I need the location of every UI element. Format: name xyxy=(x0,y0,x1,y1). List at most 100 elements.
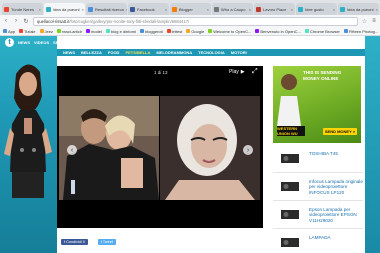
address-bar: ‹ › ↻ quellacol-rissatt.it/foto/cuglieri… xyxy=(0,15,380,27)
bookmark-item[interactable]: Fifteen Photog... xyxy=(343,28,379,34)
bookmark-item[interactable]: Google xyxy=(186,29,204,34)
category-tab[interactable]: BELLEZZA xyxy=(81,50,102,55)
product-list: TOSHIBA T45 Infocus Lampada originale per… xyxy=(273,145,363,253)
play-button[interactable]: Play ▶ xyxy=(229,69,245,75)
product-item[interactable]: TOSHIBA T45 xyxy=(273,145,363,173)
site-nav-item[interactable]: VIDEOS xyxy=(34,40,49,46)
web-page: t NEWS VIDEOS SPORT LIFESTYLE BLOG NEWS BELLE… xyxy=(0,36,380,253)
product-item[interactable]: Epson Lampada per videoproiettore EPSON … xyxy=(273,201,363,229)
close-tab-icon[interactable]: × xyxy=(207,7,209,12)
site-nav-item[interactable]: BLOG xyxy=(96,40,108,46)
ad-headline: THIS IS SENDING MONEY ONLINE xyxy=(303,70,342,81)
category-tab[interactable]: FOOD xyxy=(108,50,120,55)
bookmark-star-icon[interactable]: ☆ xyxy=(362,18,367,25)
twitter-share-button[interactable]: t Tweet xyxy=(97,239,117,245)
category-tab[interactable]: PETS/BELLA xyxy=(125,50,150,55)
browser-tab[interactable]: Idea da pueoni × xyxy=(44,3,85,15)
bookmark-label: App xyxy=(8,28,16,34)
site-nav-item[interactable]: LIFESTYLE xyxy=(71,40,93,46)
browser-tab-bar: Tunde Neres × Idea da pueoni × Resultati ric… xyxy=(0,0,380,15)
bookmark-icon xyxy=(140,29,145,33)
tab-label: Idea da pueoni xyxy=(53,6,80,12)
twitter-share-label: Tweet xyxy=(102,240,114,244)
tab-favicon-icon xyxy=(4,6,9,12)
browser-tab[interactable]: Blogger × xyxy=(170,3,211,15)
browser-tab[interactable]: Tunde Neres × xyxy=(2,3,43,15)
browser-tab[interactable]: Who a Caupo × xyxy=(212,3,253,15)
bookmark-label: Tiziale xyxy=(24,28,36,34)
bookmark-label: react-articlr xyxy=(62,28,83,34)
background-model-image xyxy=(4,64,52,198)
bookmark-label: Jeez xyxy=(44,28,53,34)
category-tab[interactable]: MOTORI xyxy=(231,50,247,55)
product-name-link[interactable]: TOSHIBA T45 xyxy=(309,151,363,156)
bookmark-item[interactable]: App xyxy=(3,29,15,34)
bookmark-item[interactable]: Chrome Browser xyxy=(304,28,340,34)
gallery-photo xyxy=(59,96,260,200)
western-union-ad[interactable]: THIS IS SENDING MONEY ONLINE WESTERN UNI… xyxy=(273,66,361,143)
close-tab-icon[interactable]: × xyxy=(81,7,83,12)
bookmark-item[interactable]: Jeez xyxy=(39,28,53,34)
site-logo[interactable]: t xyxy=(5,38,14,47)
bookmark-icon xyxy=(39,29,44,33)
bookmark-item[interactable]: bloggeroti xyxy=(140,29,163,34)
bookmarks-bar: App Tiziale Jeez react-articlr model blog e d… xyxy=(0,27,380,36)
tab-favicon-icon xyxy=(256,6,261,12)
close-tab-icon[interactable]: × xyxy=(39,7,41,12)
product-name-link[interactable]: Infocus Lampada originale per videoproie… xyxy=(309,179,363,195)
bookmark-label: Fifteen Photog... xyxy=(348,28,379,34)
tab-favicon-icon xyxy=(214,6,219,12)
tab-favicon-icon xyxy=(88,6,93,12)
bookmark-item[interactable]: Tiziale xyxy=(19,28,36,34)
fullscreen-icon[interactable]: ⤢ xyxy=(252,68,258,76)
bookmark-item[interactable]: react-articlr xyxy=(57,29,82,34)
product-item[interactable]: Infocus Lampada originale per videoproie… xyxy=(273,173,363,201)
bookmark-label: bloggeroti xyxy=(145,28,163,34)
ad-brand-logo: WESTERN UNION WU xyxy=(277,126,305,136)
site-nav-item[interactable]: NEWS xyxy=(18,40,30,46)
menu-icon[interactable]: ≡ xyxy=(371,18,377,24)
forward-icon[interactable]: › xyxy=(13,18,19,24)
bookmark-label: Chrome Browser xyxy=(309,28,340,34)
browser-tab[interactable]: Lavoro Piace × xyxy=(254,3,295,15)
ad-send-money-button[interactable]: SEND MONEY > xyxy=(323,128,357,135)
browser-tab[interactable]: Idea da pueoni × xyxy=(338,3,379,15)
category-tab[interactable]: NEWS xyxy=(63,50,75,55)
category-tab[interactable]: TECNOLOGIA xyxy=(198,50,225,55)
close-tab-icon[interactable]: × xyxy=(291,7,293,12)
tab-label: Idea da pueoni xyxy=(347,6,374,12)
tab-label: Resultati ricerca xyxy=(95,6,124,12)
facebook-share-button[interactable]: f Condividi 0 xyxy=(61,239,88,245)
close-tab-icon[interactable]: × xyxy=(375,7,377,12)
close-tab-icon[interactable]: × xyxy=(333,7,335,12)
bookmark-item[interactable]: lettest xyxy=(166,29,182,34)
product-name-link[interactable]: Epson Lampada per videoproiettore EPSON … xyxy=(309,207,363,223)
bookmark-item[interactable]: blog e dintorni xyxy=(105,29,136,34)
close-tab-icon[interactable]: × xyxy=(249,7,251,12)
site-top-nav: NEWS VIDEOS SPORT LIFESTYLE BLOG xyxy=(18,40,108,46)
projector-thumbnail-icon xyxy=(281,238,299,247)
bookmark-icon xyxy=(255,29,260,33)
back-icon[interactable]: ‹ xyxy=(3,18,9,24)
bookmark-item[interactable]: model xyxy=(86,29,102,34)
next-photo-icon[interactable]: › xyxy=(243,145,253,155)
reload-icon[interactable]: ↻ xyxy=(23,18,29,25)
browser-tab[interactable]: Idee gusto × xyxy=(296,3,337,15)
url-input[interactable]: quellacol-rissatt.it/foto/cuglieri/galle… xyxy=(33,16,358,26)
play-label: Play xyxy=(229,69,239,75)
category-tab[interactable]: MELODRAMMONA xyxy=(156,50,192,55)
bookmark-label: model xyxy=(91,28,102,34)
bookmark-icon xyxy=(343,29,348,33)
background-skin-right xyxy=(365,36,380,253)
browser-tab[interactable]: Resultati ricerca × xyxy=(86,3,127,15)
bookmark-item[interactable]: Welcome to OpenC... xyxy=(208,29,251,34)
tab-label: Blogger xyxy=(179,6,193,12)
close-tab-icon[interactable]: × xyxy=(126,7,127,12)
product-name-link[interactable]: LAMPADA xyxy=(309,235,363,240)
browser-tab[interactable]: Facebook × xyxy=(128,3,169,15)
previous-photo-icon[interactable]: ‹ xyxy=(67,145,77,155)
site-nav-item[interactable]: SPORT xyxy=(53,40,67,46)
product-item[interactable]: LAMPADA xyxy=(273,229,363,253)
close-tab-icon[interactable]: × xyxy=(165,7,167,12)
bookmark-item[interactable]: Benvenuto in OpenC... xyxy=(255,29,301,34)
